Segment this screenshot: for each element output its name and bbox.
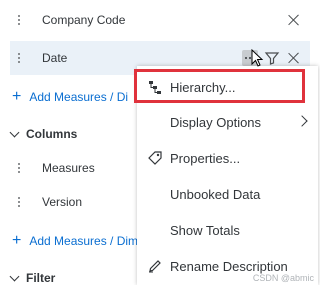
builder-panel: Company Code Date + Add Measures / Di Co…	[0, 0, 318, 285]
plus-icon: +	[12, 88, 22, 105]
menu-item-show-totals[interactable]: Show Totals	[137, 212, 318, 248]
chevron-down-icon[interactable]	[10, 273, 20, 283]
menu-item-properties[interactable]: Properties...	[137, 140, 318, 176]
chevron-right-icon	[296, 115, 308, 127]
remove-close-icon[interactable]	[286, 12, 302, 28]
context-menu: Hierarchy... Display Options Properties.…	[134, 66, 318, 285]
add-measures-dimensions-link[interactable]: + Add Measures / Di	[12, 87, 128, 107]
drag-handle-icon[interactable]	[10, 163, 28, 173]
dimension-label: Version	[42, 195, 83, 209]
tag-icon	[148, 151, 162, 165]
menu-item-display-options[interactable]: Display Options	[137, 104, 318, 140]
chevron-down-icon[interactable]	[10, 129, 20, 139]
menu-item-unbooked-data[interactable]: Unbooked Data	[137, 176, 318, 212]
watermark-text: CSDN @abmic	[252, 273, 314, 283]
drag-handle-icon[interactable]	[10, 53, 28, 63]
section-columns[interactable]: Columns	[10, 127, 77, 141]
remove-close-icon[interactable]	[286, 50, 302, 66]
section-filter[interactable]: Filter	[10, 271, 55, 285]
dimension-label: Company Code	[42, 13, 126, 27]
add-measures-dimensions-link[interactable]: + Add Measures / Dim	[12, 231, 138, 251]
menu-item-hierarchy[interactable]: Hierarchy...	[134, 69, 318, 105]
plus-icon: +	[12, 232, 22, 249]
dimension-row-company-code[interactable]: Company Code	[10, 3, 310, 37]
highlight-box	[134, 69, 305, 103]
pencil-icon	[149, 260, 161, 273]
drag-handle-icon[interactable]	[10, 15, 28, 25]
dimension-label: Date	[42, 51, 68, 65]
mouse-cursor-icon	[251, 49, 264, 67]
dimension-label: Measures	[42, 161, 95, 175]
drag-handle-icon[interactable]	[10, 197, 28, 207]
